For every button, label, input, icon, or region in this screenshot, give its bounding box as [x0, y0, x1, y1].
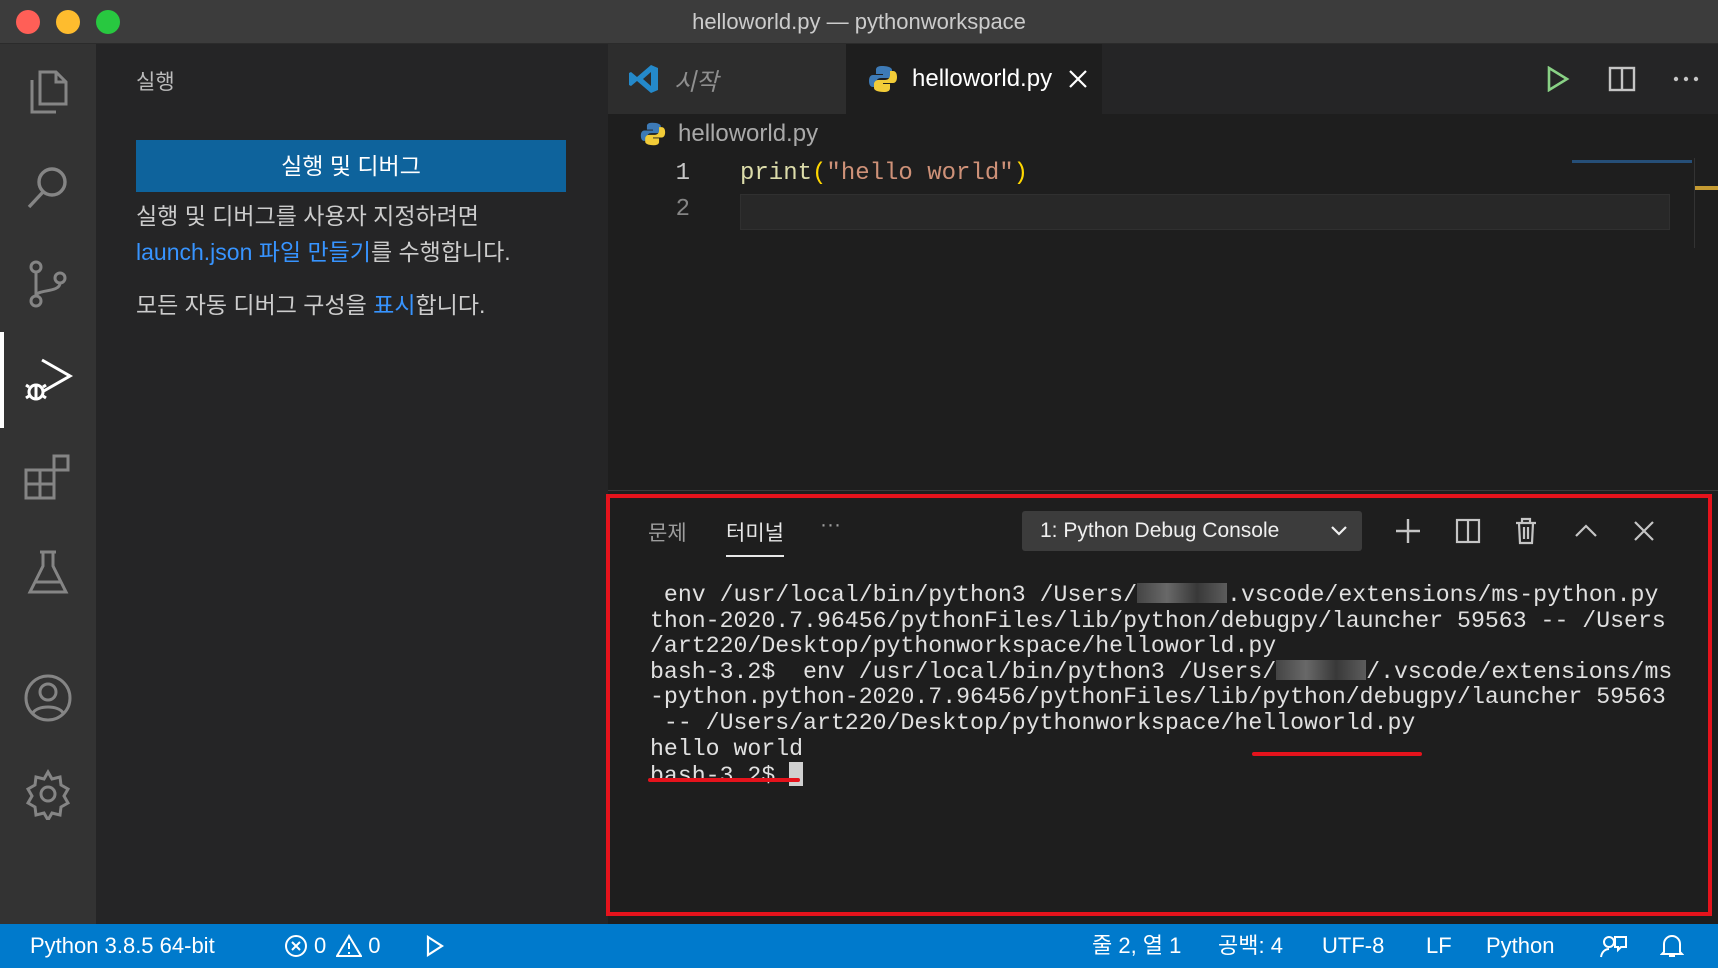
- source-control-icon[interactable]: [0, 236, 96, 332]
- warning-count: 0: [368, 933, 381, 958]
- search-icon[interactable]: [0, 140, 96, 236]
- code-paren: (: [812, 160, 827, 187]
- status-bar: Python 3.8.5 64-bit 0 0 줄 2, 열 1 공백: 4 U…: [0, 924, 1718, 968]
- tab-helloworld[interactable]: helloworld.py: [846, 44, 1102, 114]
- error-count: 0: [314, 933, 327, 958]
- sidebar-title: 실행: [136, 71, 175, 94]
- warning-icon: [336, 934, 363, 957]
- cursor-position-marker: [1695, 186, 1718, 190]
- code-string: "hello world": [826, 160, 1014, 187]
- activity-bar: [0, 44, 96, 924]
- title-bar: helloworld.py — pythonworkspace: [0, 0, 1718, 44]
- more-actions-button[interactable]: [1654, 44, 1718, 114]
- ellipsis-icon: [1673, 76, 1699, 82]
- tab-label: helloworld.py: [912, 65, 1053, 92]
- feedback-icon[interactable]: [1600, 924, 1628, 968]
- launch-json-hint: 실행 및 디버그를 사용자 지정하려면 launch.json 파일 만들기를 …: [136, 198, 511, 270]
- breadcrumb[interactable]: helloworld.py: [640, 120, 818, 148]
- play-icon: [426, 935, 444, 957]
- line-number: 1: [675, 160, 690, 187]
- notifications-bell-icon[interactable]: [1660, 924, 1684, 968]
- python-icon: [640, 122, 666, 146]
- language-mode[interactable]: Python: [1486, 924, 1555, 968]
- manage-gear-icon[interactable]: [0, 746, 96, 842]
- code-paren: ): [1013, 160, 1029, 187]
- close-tab-icon[interactable]: [1068, 69, 1088, 89]
- annotation-underline-filename: [1252, 752, 1422, 756]
- split-editor-button[interactable]: [1590, 44, 1654, 114]
- annotation-highlight-box: [606, 494, 1712, 916]
- end-of-line[interactable]: LF: [1426, 924, 1452, 968]
- auto-debug-hint: 모든 자동 디버그 구성을 표시합니다.: [136, 287, 485, 323]
- cursor-position[interactable]: 줄 2, 열 1: [1092, 924, 1181, 968]
- run-sidebar: 실행 실행 및 디버그 실행 및 디버그를 사용자 지정하려면 launch.j…: [96, 44, 608, 924]
- problems-indicator[interactable]: 0 0: [284, 924, 381, 968]
- hint2-suffix: 합니다.: [415, 292, 486, 318]
- error-icon: [285, 935, 307, 957]
- create-launch-json-link[interactable]: launch.json 파일 만들기: [136, 239, 371, 265]
- show-configs-link[interactable]: 표시: [373, 292, 415, 318]
- run-python-file-button[interactable]: [1526, 44, 1590, 114]
- encoding[interactable]: UTF-8: [1322, 924, 1384, 968]
- window-title: helloworld.py — pythonworkspace: [692, 9, 1026, 34]
- tab-welcome[interactable]: 시작: [608, 44, 846, 114]
- hint-text: 실행 및 디버그를 사용자 지정하려면: [136, 203, 479, 229]
- editor-scrollbar[interactable]: [1694, 158, 1718, 248]
- annotation-underline-output: [648, 778, 800, 782]
- extensions-icon[interactable]: [0, 428, 96, 524]
- editor-actions: [1526, 44, 1718, 114]
- python-interpreter[interactable]: Python 3.8.5 64-bit: [30, 924, 215, 968]
- code-editor[interactable]: 1 2 print("hello world"): [608, 160, 1718, 490]
- accounts-icon[interactable]: [0, 650, 96, 746]
- line-number: 2: [675, 196, 690, 223]
- code-function: print: [740, 160, 813, 187]
- breadcrumb-file: helloworld.py: [678, 120, 819, 147]
- vscode-icon: [629, 65, 658, 93]
- run-debug-icon[interactable]: [0, 332, 96, 428]
- testing-icon[interactable]: [0, 524, 96, 620]
- hint2-prefix: 모든 자동 디버그 구성을: [136, 292, 374, 318]
- python-icon: [869, 66, 897, 92]
- run-and-debug-button[interactable]: 실행 및 디버그: [136, 140, 566, 192]
- tab-label: 시작: [674, 68, 719, 96]
- explorer-icon[interactable]: [0, 44, 96, 140]
- split-icon: [1608, 66, 1636, 92]
- play-icon: [1547, 66, 1570, 92]
- hint-suffix: 를 수행합니다.: [370, 239, 511, 265]
- indentation[interactable]: 공백: 4: [1218, 924, 1283, 968]
- run-debug-status-button[interactable]: [426, 924, 444, 968]
- current-line-highlight: [740, 194, 1670, 230]
- code-line: print("hello world"): [740, 160, 1028, 187]
- minimap[interactable]: [1572, 160, 1692, 163]
- editor-tab-bar: 시작 helloworld.py: [608, 44, 1718, 114]
